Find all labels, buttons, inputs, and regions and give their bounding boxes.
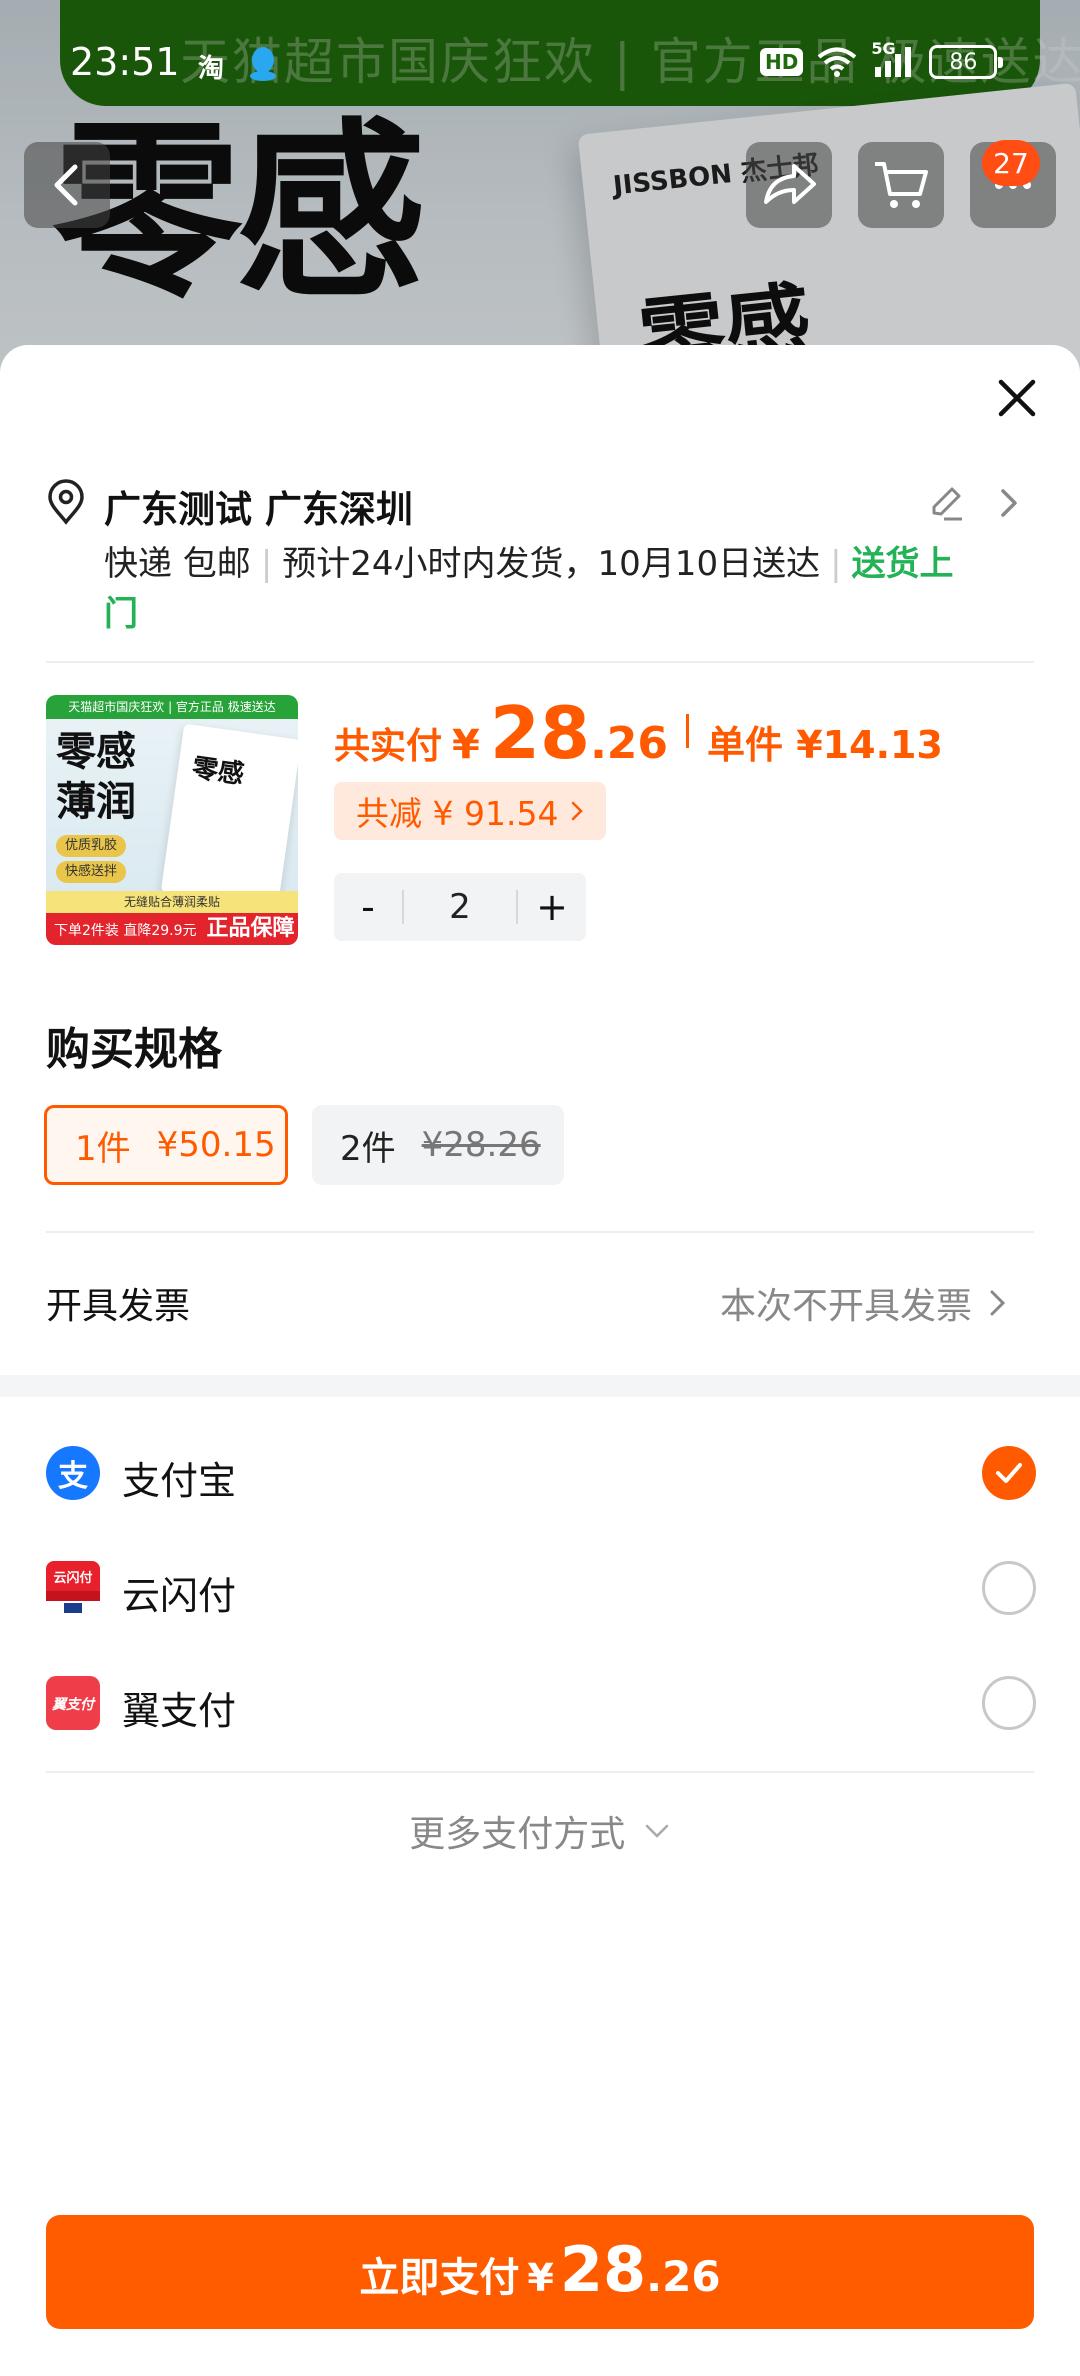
close-icon <box>998 379 1036 417</box>
shipping-info: 快递 包邮 | 预计24小时内发货，10月10日送达 | 送货上门 <box>104 544 954 634</box>
divider <box>46 1771 1034 1773</box>
checkmark-icon <box>996 1463 1022 1483</box>
chevron-right-icon <box>572 801 584 821</box>
thumb-box: 零感 <box>160 723 298 909</box>
thumb-box-title: 零感 <box>190 753 246 791</box>
battery-level: 86 <box>949 49 978 75</box>
price-integer: 28 <box>489 691 591 775</box>
alipay-icon: 支 <box>46 1446 100 1500</box>
chevron-right-icon <box>1001 489 1017 517</box>
payment-radio[interactable] <box>982 1561 1036 1615</box>
invoice-value: 本次不开具发票 <box>720 1286 973 1327</box>
more-payment-label: 更多支付方式 <box>409 1814 626 1855</box>
address-name: 广东测试 广东深圳 <box>104 488 413 531</box>
shipping-method: 快递 包邮 <box>104 544 251 584</box>
spec-option-price: ¥50.15 <box>156 1125 276 1165</box>
savings-text: 共减 ¥ 91.54 <box>356 794 559 833</box>
status-bar: 23:51 淘 HD 5G 86 <box>0 0 1080 120</box>
currency-symbol: ¥ <box>452 722 480 768</box>
unit-price: 单件 ¥14.13 <box>707 723 943 767</box>
share-button[interactable] <box>746 142 832 228</box>
thumb-pill: 快感送拌 <box>56 861 126 883</box>
spec-option-price: ¥28.26 <box>421 1125 541 1165</box>
hd-icon: HD <box>760 48 804 76</box>
price-decimal: .26 <box>590 718 669 769</box>
thumb-pill: 优质乳胶 <box>56 835 126 857</box>
spec-title: 购买规格 <box>46 1024 222 1075</box>
spec-option-1[interactable]: 1件 ¥50.15 <box>44 1105 288 1185</box>
increase-button[interactable]: + <box>518 873 586 941</box>
total-price-label: 共实付 <box>334 726 443 767</box>
chevron-down-icon <box>645 1824 668 1838</box>
spec-option-2[interactable]: 2件 ¥28.26 <box>312 1105 564 1185</box>
payment-radio[interactable] <box>982 1676 1036 1730</box>
decrease-button[interactable]: - <box>334 873 402 941</box>
shipping-estimate: 预计24小时内发货，10月10日送达 <box>282 544 821 584</box>
price-separator <box>686 714 690 748</box>
invoice-label: 开具发票 <box>46 1286 191 1327</box>
thumb-strip: 天猫超市国庆狂欢 | 官方正品 极速送达 <box>46 695 298 719</box>
edit-pencil-icon[interactable] <box>926 483 966 523</box>
thumb-promo-big: 正品保障 <box>206 916 295 941</box>
quantity-stepper: - 2 + <box>334 873 586 941</box>
checkout-sheet: 广东测试 广东深圳 快递 包邮 | 预计24小时内发货，10月10日送达 | 送货上门 … <box>0 345 1080 2376</box>
section-gap <box>0 1375 1080 1397</box>
payment-radio-selected[interactable] <box>982 1446 1036 1500</box>
cart-icon <box>875 162 928 208</box>
cart-count-badge: 27 <box>982 140 1040 186</box>
bestpay-icon: 翼支付 <box>46 1676 100 1730</box>
taobao-notification-icon: 淘 <box>198 54 225 84</box>
quantity-value[interactable]: 2 <box>402 890 518 924</box>
pay-button-decimal: .26 <box>646 2252 721 2301</box>
qq-penguin-icon <box>250 47 276 81</box>
location-pin-icon <box>48 479 84 525</box>
pay-now-button[interactable]: 立即支付 ¥ 28 .26 <box>46 2215 1034 2329</box>
payment-option-unionpay[interactable]: 云闪付 云闪付 <box>46 1553 1036 1623</box>
pay-button-currency: ¥ <box>527 2256 554 2300</box>
payment-option-bestpay[interactable]: 翼支付 翼支付 <box>46 1668 1036 1738</box>
status-indicators: HD 5G 86 <box>760 39 1004 82</box>
product-thumbnail: 天猫超市国庆狂欢 | 官方正品 极速送达 零感 薄润 优质乳胶 快感送拌 零感 … <box>46 695 298 945</box>
pay-button-integer: 28 <box>559 2233 647 2306</box>
svg-text:云闪付: 云闪付 <box>53 1570 92 1585</box>
total-price-row: 共实付 ¥ 28 .26 单件 ¥14.13 <box>334 691 943 775</box>
thumb-bottom-text: 无缝贴合薄润柔贴 <box>46 891 298 913</box>
cart-button[interactable] <box>858 142 944 228</box>
chevron-left-icon <box>54 164 78 206</box>
savings-badge[interactable]: 共减 ¥ 91.54 <box>334 782 607 840</box>
close-button[interactable] <box>990 371 1044 425</box>
payment-name: 云闪付 <box>122 1574 237 1618</box>
payment-name: 支付宝 <box>122 1459 237 1503</box>
spec-option-qty: 2件 <box>340 1128 396 1169</box>
svg-text:翼支付: 翼支付 <box>51 1696 96 1712</box>
payment-option-alipay[interactable]: 支 支付宝 <box>46 1438 1036 1508</box>
chevron-right-icon <box>990 1290 1006 1316</box>
pay-button-label: 立即支付 <box>359 2255 520 2301</box>
thumb-promo-small: 下单2件装 直降29.9元 <box>54 923 197 939</box>
battery-icon: 86 <box>929 45 1004 79</box>
payment-name: 翼支付 <box>122 1689 237 1733</box>
back-button[interactable] <box>24 142 110 228</box>
thumb-bottom-promo: 下单2件装 直降29.9元 正品保障 <box>46 913 298 945</box>
divider <box>46 661 1034 663</box>
wifi-icon <box>818 47 857 77</box>
more-payment-methods[interactable]: 更多支付方式 <box>0 1805 1080 1857</box>
cellular-signal-icon: 5G <box>871 39 915 79</box>
thumb-headline: 零感 薄润 <box>56 729 136 825</box>
share-icon <box>764 164 816 204</box>
unionpay-icon: 云闪付 <box>46 1561 100 1615</box>
invoice-selector[interactable]: 本次不开具发票 <box>720 1277 1008 1329</box>
spec-option-qty: 1件 <box>75 1128 131 1169</box>
divider <box>46 1231 1034 1233</box>
status-time: 23:51 <box>70 40 180 84</box>
address-row[interactable]: 广东测试 广东深圳 <box>46 477 1036 531</box>
